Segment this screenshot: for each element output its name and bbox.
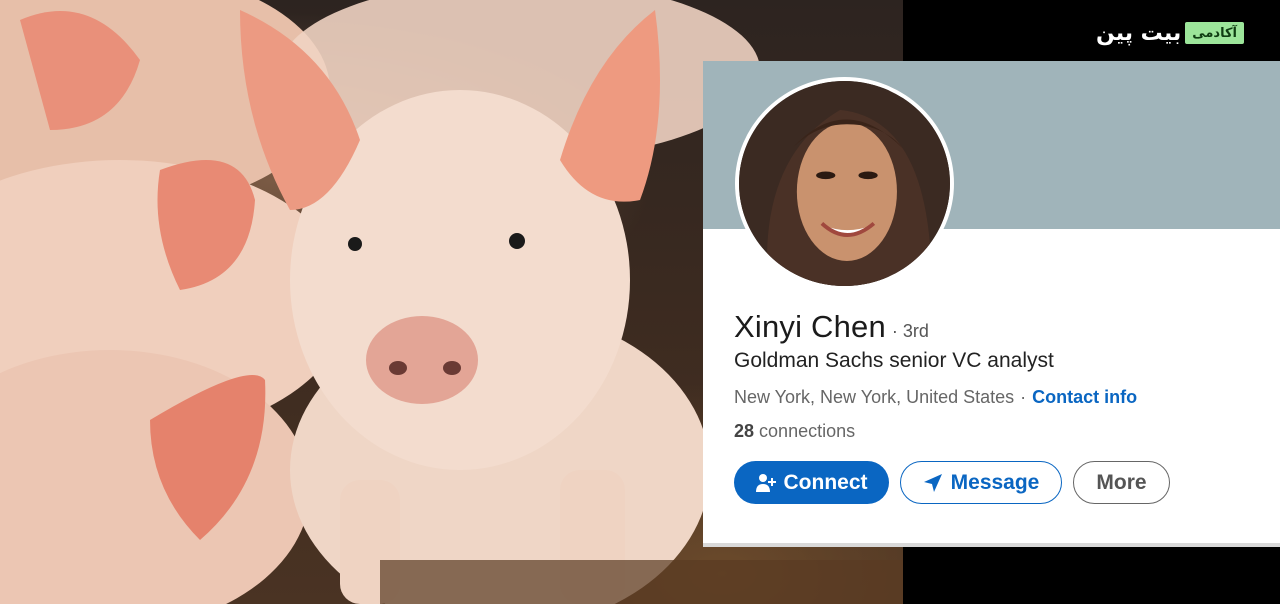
contact-info-link[interactable]: Contact info <box>1032 387 1137 408</box>
message-button[interactable]: Message <box>900 461 1062 504</box>
brand-logo: آکادمی بیت پین <box>1096 20 1244 46</box>
more-button[interactable]: More <box>1073 461 1170 504</box>
connect-button[interactable]: Connect <box>734 461 889 504</box>
connections-label: connections <box>759 421 856 441</box>
profile-avatar[interactable] <box>735 77 954 290</box>
profile-location: New York, New York, United States <box>734 387 1015 407</box>
card-bottom-border <box>703 543 1280 547</box>
name-row: Xinyi Chen · 3rd <box>734 309 929 345</box>
connection-degree: · 3rd <box>891 321 929 341</box>
paper-plane-icon <box>923 473 943 493</box>
avatar-image <box>739 81 950 286</box>
screen: آکادمی بیت پین Xinyi Chen · 3rd Goldman … <box>0 0 1280 604</box>
connections-count-row[interactable]: 28 connections <box>734 421 855 442</box>
message-label: Message <box>950 470 1040 494</box>
separator-dot: · <box>1020 387 1027 407</box>
profile-actions: Connect Message More <box>734 461 1170 504</box>
logo-text: بیت پین <box>1095 20 1182 46</box>
profile-headline: Goldman Sachs senior VC analyst <box>734 349 1054 372</box>
logo-badge: آکادمی <box>1185 22 1244 44</box>
profile-name: Xinyi Chen <box>734 309 886 344</box>
location-row: New York, New York, United States · Cont… <box>734 387 1137 408</box>
add-person-icon <box>755 473 776 493</box>
connect-label: Connect <box>783 470 868 494</box>
profile-card: Xinyi Chen · 3rd Goldman Sachs senior VC… <box>703 61 1280 543</box>
more-label: More <box>1096 470 1147 494</box>
connections-count: 28 <box>734 421 755 441</box>
